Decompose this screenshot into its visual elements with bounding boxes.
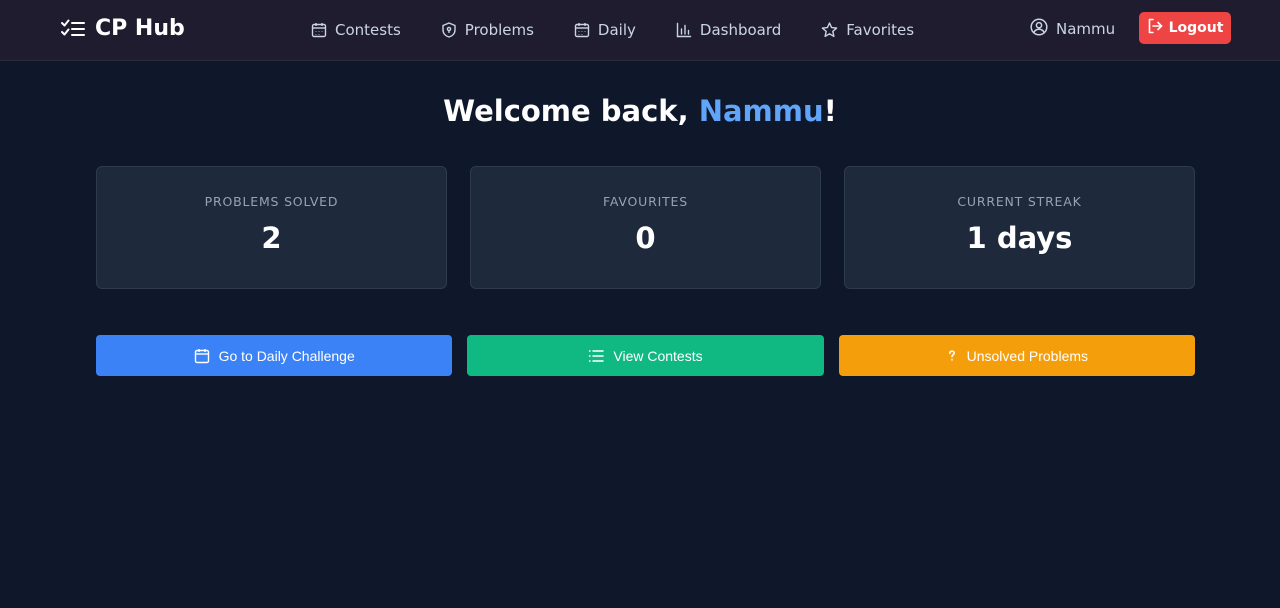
nav-link-favorites[interactable]: Favorites	[821, 21, 914, 39]
star-icon	[821, 22, 838, 38]
calendar-icon	[194, 348, 210, 364]
calendar-icon	[574, 22, 590, 38]
stat-label: PROBLEMS SOLVED	[204, 194, 339, 209]
nav-link-label: Dashboard	[699, 21, 782, 39]
welcome-prefix: Welcome back,	[443, 94, 699, 128]
stat-value: 1 days	[966, 221, 1073, 255]
calendar-icon	[311, 22, 327, 38]
stat-value: 2	[261, 221, 282, 255]
question-icon	[946, 349, 958, 363]
quick-actions: Go to Daily Challenge View Contests Unso…	[96, 335, 1195, 376]
user-circle-icon	[1030, 18, 1048, 40]
stats-row: PROBLEMS SOLVED 2 FAVOURITES 0 CURRENT S…	[96, 166, 1195, 289]
shield-icon	[441, 22, 457, 38]
logout-button[interactable]: Logout	[1139, 12, 1231, 44]
navbar: CP Hub Contests Problems Daily Dashboard	[0, 0, 1280, 61]
stat-card-favourites: FAVOURITES 0	[470, 166, 821, 289]
stat-label: CURRENT STREAK	[957, 194, 1082, 209]
user-name: Nammu	[1056, 20, 1116, 38]
action-label: Unsolved Problems	[966, 347, 1089, 364]
stat-label: FAVOURITES	[603, 194, 688, 209]
logout-label: Logout	[1168, 20, 1224, 36]
view-contests-button[interactable]: View Contests	[467, 335, 824, 376]
daily-challenge-button[interactable]: Go to Daily Challenge	[96, 335, 453, 376]
user-profile[interactable]: Nammu	[1030, 18, 1115, 40]
nav-link-dashboard[interactable]: Dashboard	[676, 21, 781, 39]
nav-link-daily[interactable]: Daily	[574, 21, 636, 39]
nav-link-label: Daily	[597, 21, 636, 39]
list-icon	[588, 349, 605, 363]
logout-icon	[1147, 18, 1163, 38]
brand[interactable]: CP Hub	[61, 16, 185, 41]
stat-value: 0	[635, 221, 656, 255]
brand-title: CP Hub	[95, 16, 185, 41]
action-label: View Contests	[613, 347, 703, 364]
checklist-icon	[61, 19, 85, 39]
nav-link-problems[interactable]: Problems	[441, 21, 534, 39]
bar-chart-icon	[676, 22, 692, 38]
welcome-user-name: Nammu	[698, 94, 824, 128]
welcome-heading: Welcome back, Nammu!	[0, 94, 1280, 128]
stat-card-problems-solved: PROBLEMS SOLVED 2	[96, 166, 447, 289]
nav-link-contests[interactable]: Contests	[311, 21, 401, 39]
stat-card-current-streak: CURRENT STREAK 1 days	[844, 166, 1195, 289]
nav-link-label: Contests	[335, 21, 401, 39]
action-label: Go to Daily Challenge	[218, 347, 355, 364]
welcome-suffix: !	[823, 94, 837, 128]
nav-link-label: Problems	[464, 21, 534, 39]
nav-links: Contests Problems Daily Dashboard Favori…	[311, 0, 954, 60]
unsolved-problems-button[interactable]: Unsolved Problems	[838, 335, 1195, 376]
nav-link-label: Favorites	[846, 21, 915, 39]
